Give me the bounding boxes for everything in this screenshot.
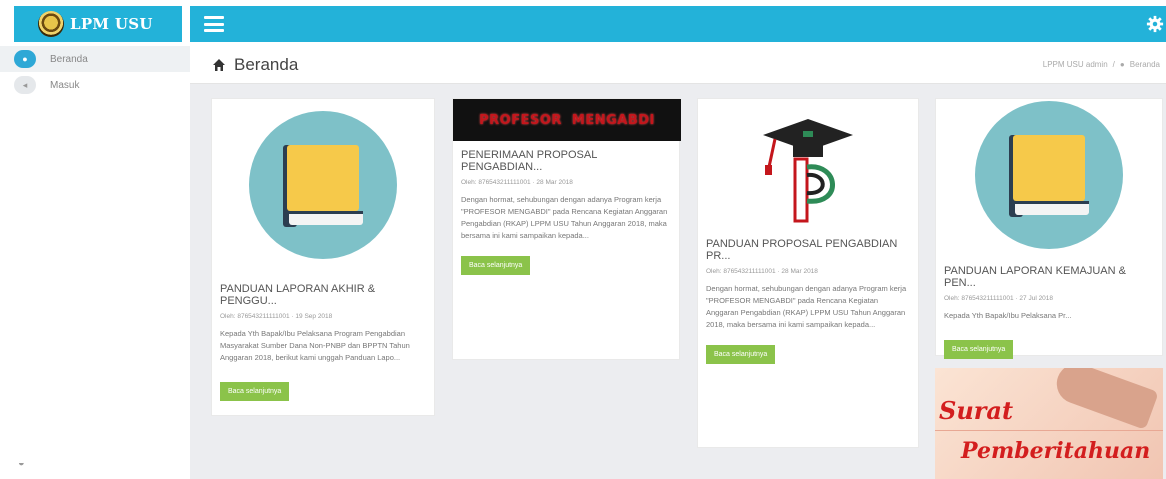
post-title[interactable]: PENERIMAAN PROPOSAL PENGABDIAN...: [453, 149, 679, 173]
brand-title: LPM USU: [70, 15, 153, 33]
top-bar: LPM USU: [0, 0, 1166, 46]
surat-subtitle: Pemberitahuan: [961, 438, 1151, 464]
sidebar: ● Beranda ◂ Masuk ◒: [0, 46, 190, 479]
home-circle-icon: ●: [14, 50, 36, 68]
post-card: PANDUAN LAPORAN AKHIR & PENGGU... Oleh: …: [211, 98, 435, 416]
post-banner-image: PROFESOR MENGABDI: [453, 99, 681, 141]
post-card: PANDUAN PROPOSAL PENGABDIAN PR... Oleh: …: [697, 98, 919, 448]
home-icon: [213, 59, 225, 71]
logo-icon: [38, 11, 64, 37]
book-icon: [975, 101, 1123, 249]
hand-pen-graphic: [1051, 368, 1159, 430]
post-excerpt: Dengan hormat, sehubungan dengan adanya …: [461, 195, 668, 240]
gear-icon[interactable]: [1146, 15, 1164, 33]
post-excerpt: Kepada Yth Bapak/Ibu Pelaksana Program P…: [220, 329, 410, 362]
read-more-button[interactable]: Baca selanjutnya: [944, 340, 1014, 359]
breadcrumb-separator: /: [1112, 60, 1115, 69]
post-title[interactable]: PANDUAN LAPORAN KEMAJUAN & PEN...: [936, 265, 1162, 289]
sidebar-item-masuk[interactable]: ◂ Masuk: [0, 72, 190, 98]
breadcrumb-link[interactable]: LPPM USU admin: [1043, 60, 1108, 69]
read-more-button[interactable]: Baca selanjutnya: [220, 382, 290, 401]
post-card: PROFESOR MENGABDI PENERIMAAN PROPOSAL PE…: [452, 98, 681, 360]
sidebar-item-label: Beranda: [50, 53, 88, 65]
sidebar-item-beranda[interactable]: ● Beranda: [0, 46, 190, 72]
post-card: PANDUAN LAPORAN KEMAJUAN & PEN... Oleh: …: [935, 98, 1163, 359]
post-title[interactable]: PANDUAN PROPOSAL PENGABDIAN PR...: [698, 238, 918, 262]
post-meta: Oleh: 876543211111001 · 28 Mar 2018: [461, 179, 573, 186]
post-title[interactable]: PANDUAN LAPORAN AKHIR & PENGGU...: [212, 283, 434, 307]
banner-text: MENGABDI: [571, 112, 655, 128]
navbar: [190, 6, 1166, 42]
login-icon: ◂: [14, 76, 36, 94]
breadcrumb-home-icon: ●: [1119, 60, 1125, 69]
post-meta: Oleh: 876543211111001 · 28 Mar 2018: [706, 268, 818, 275]
collapse-icon[interactable]: ◒: [18, 457, 25, 469]
post-excerpt: Kepada Yth Bapak/Ibu Pelaksana Pr...: [944, 311, 1072, 320]
read-more-button[interactable]: Baca selanjutnya: [706, 345, 776, 364]
post-meta: Oleh: 876543211111001 · 19 Sep 2018: [220, 313, 333, 320]
banner-text: PROFESOR: [479, 112, 562, 128]
surat-pemberitahuan-image[interactable]: Surat Pemberitahuan: [935, 368, 1163, 479]
menu-icon[interactable]: [204, 16, 224, 32]
divider: [935, 430, 1163, 431]
page-title: Beranda: [234, 55, 299, 74]
post-excerpt: Dengan hormat, sehubungan dengan adanya …: [706, 284, 907, 329]
post-meta: Oleh: 876543211111001 · 27 Jul 2018: [944, 295, 1054, 302]
brand-link[interactable]: LPM USU: [14, 6, 182, 42]
sidebar-item-label: Masuk: [50, 79, 80, 91]
book-icon: [249, 111, 397, 259]
graduation-cap-icon: [763, 119, 853, 223]
page-header: Beranda LPPM USU admin / ● Beranda: [190, 46, 1166, 84]
breadcrumb: LPPM USU admin / ● Beranda: [1043, 60, 1160, 69]
breadcrumb-current[interactable]: Beranda: [1130, 60, 1160, 69]
read-more-button[interactable]: Baca selanjutnya: [461, 256, 531, 275]
brand-area: LPM USU: [0, 0, 190, 46]
surat-title: Surat: [939, 396, 1014, 425]
